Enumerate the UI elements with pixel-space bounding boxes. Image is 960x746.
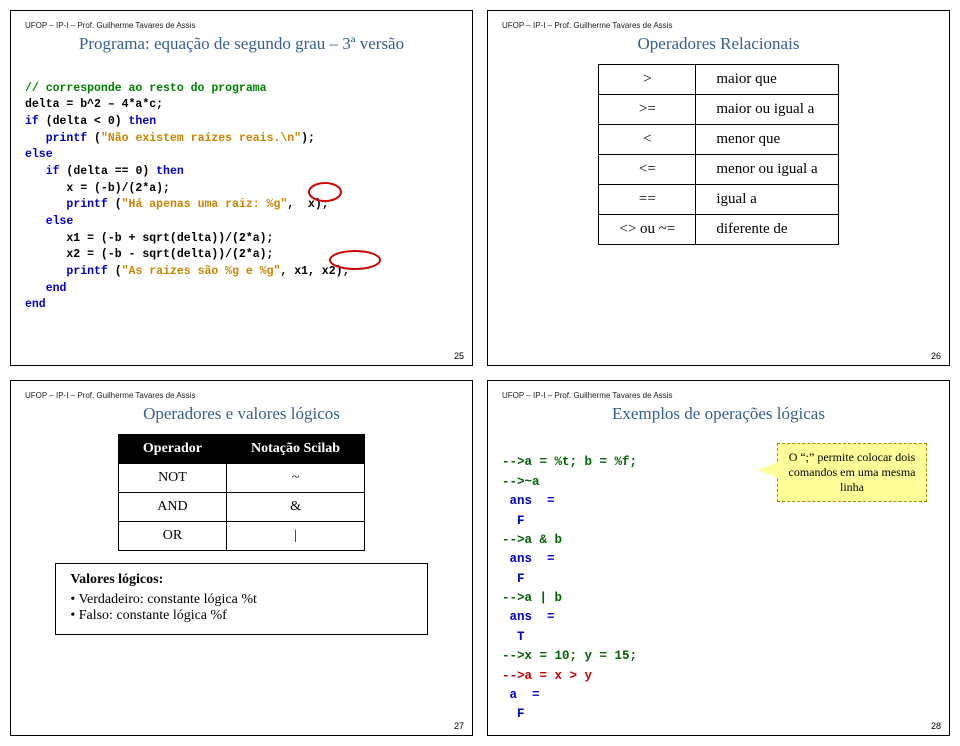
slide-25: UFOP – IP-I – Prof. Guilherme Tavares de… <box>10 10 473 366</box>
col-header-notation: Notação Scilab <box>227 435 365 464</box>
logical-value-false: • Falso: constante lógica %f <box>70 608 412 624</box>
relational-operators-table: >maior que >=maior ou igual a <menor que… <box>598 64 838 245</box>
slide-26: UFOP – IP-I – Prof. Guilherme Tavares de… <box>487 10 950 366</box>
logical-values-box: Valores lógicos: • Verdadeiro: constante… <box>55 563 427 635</box>
table-row: AND& <box>118 493 364 522</box>
course-header: UFOP – IP-I – Prof. Guilherme Tavares de… <box>25 391 458 400</box>
code-block: // corresponde ao resto do programa delt… <box>25 64 458 364</box>
table-row: <=menor ou igual a <box>599 155 838 185</box>
logical-operators-table: Operador Notação Scilab NOT~ AND& OR| <box>118 434 365 551</box>
table-row: NOT~ <box>118 464 364 493</box>
semicolon-callout: O “;” permite colocar dois comandos em u… <box>777 443 927 502</box>
course-header: UFOP – IP-I – Prof. Guilherme Tavares de… <box>502 391 935 400</box>
page-number: 26 <box>931 351 941 361</box>
course-header: UFOP – IP-I – Prof. Guilherme Tavares de… <box>502 21 935 30</box>
table-row: >maior que <box>599 65 838 95</box>
slide-28: UFOP – IP-I – Prof. Guilherme Tavares de… <box>487 380 950 736</box>
page-number: 25 <box>454 351 464 361</box>
highlight-oval-2 <box>329 250 381 270</box>
highlight-oval-1 <box>308 182 342 202</box>
table-row: ==igual a <box>599 185 838 215</box>
logical-value-true: • Verdadeiro: constante lógica %t <box>70 592 412 608</box>
course-header: UFOP – IP-I – Prof. Guilherme Tavares de… <box>25 21 458 30</box>
table-row: OR| <box>118 522 364 551</box>
table-row: <menor que <box>599 125 838 155</box>
slide-title: Exemplos de operações lógicas <box>502 404 935 424</box>
slide-27: UFOP – IP-I – Prof. Guilherme Tavares de… <box>10 380 473 736</box>
logical-values-head: Valores lógicos: <box>70 572 412 588</box>
slide-title: Programa: equação de segundo grau – 3ª v… <box>25 34 458 54</box>
table-row: >=maior ou igual a <box>599 95 838 125</box>
slide-title: Operadores e valores lógicos <box>25 404 458 424</box>
slide-title: Operadores Relacionais <box>502 34 935 54</box>
page-number: 27 <box>454 721 464 731</box>
col-header-operator: Operador <box>118 435 226 464</box>
page-number: 28 <box>931 721 941 731</box>
table-row: <> ou ~=diferente de <box>599 215 838 245</box>
